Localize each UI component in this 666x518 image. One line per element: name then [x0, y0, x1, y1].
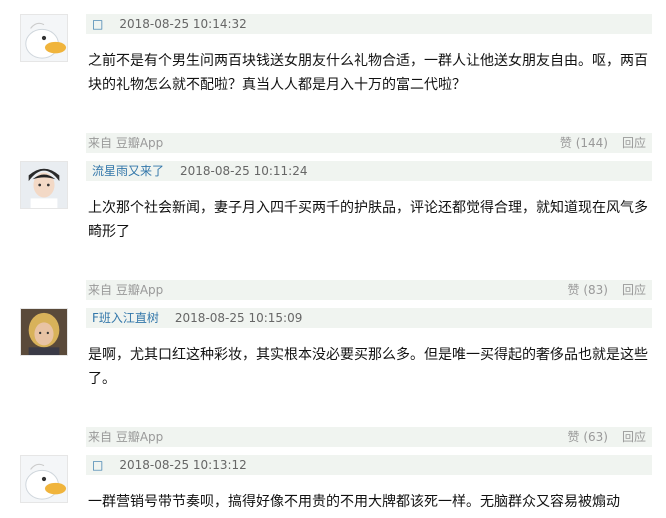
source-label: 来自 豆瓣App — [88, 283, 164, 297]
source-label: 来自 豆瓣App — [88, 136, 164, 150]
comment-meta: □ 2018-08-25 10:14:32 — [86, 14, 652, 34]
comment-footer: 来自 豆瓣App 赞 (63) 回应 — [86, 427, 652, 447]
vote-button[interactable]: 赞 (144) — [560, 136, 608, 150]
comment-meta: □ 2018-08-25 10:13:12 — [86, 455, 652, 475]
comment-text: 之前不是有个男生问两百块钱送女朋友什么礼物合适，一群人让他送女朋友自由。呕，两百… — [88, 53, 648, 93]
avatar[interactable] — [20, 308, 68, 356]
reply-button[interactable]: 回应 — [622, 136, 646, 150]
comment-footer: 来自 豆瓣App 赞 (144) 回应 — [86, 133, 652, 153]
author-link[interactable]: □ — [92, 458, 103, 472]
timestamp: 2018-08-25 10:14:32 — [119, 17, 247, 31]
author-link[interactable]: F班入江直树 — [92, 311, 159, 325]
comment-footer: 来自 豆瓣App 赞 (83) 回应 — [86, 280, 652, 300]
timestamp: 2018-08-25 10:11:24 — [180, 164, 308, 178]
vote-button[interactable]: 赞 (83) — [568, 283, 608, 297]
timestamp: 2018-08-25 10:13:12 — [119, 458, 247, 472]
avatar[interactable] — [20, 161, 68, 209]
timestamp: 2018-08-25 10:15:09 — [174, 311, 303, 325]
comment-text: 上次那个社会新闻，妻子月入四千买两千的护肤品，评论还都觉得合理，就知道现在风气多… — [88, 200, 648, 240]
reply-button[interactable]: 回应 — [622, 283, 646, 297]
comment-text: 一群营销号带节奏呗，搞得好像不用贵的不用大牌都该死一样。无脑群众又容易被煽动 — [88, 494, 620, 510]
author-link[interactable]: □ — [92, 17, 103, 31]
author-link[interactable]: 流星雨又来了 — [92, 164, 164, 178]
vote-button[interactable]: 赞 (63) — [568, 430, 608, 444]
avatar[interactable] — [20, 14, 68, 62]
comment-text: 是啊，尤其口红这种彩妆，其实根本没必要买那么多。但是唯一买得起的奢侈品也就是这些… — [88, 347, 648, 387]
source-label: 来自 豆瓣App — [88, 430, 164, 444]
comment-meta: F班入江直树 2018-08-25 10:15:09 — [86, 308, 652, 328]
comment-meta: 流星雨又来了 2018-08-25 10:11:24 — [86, 161, 652, 181]
avatar[interactable] — [20, 455, 68, 503]
reply-button[interactable]: 回应 — [622, 430, 646, 444]
